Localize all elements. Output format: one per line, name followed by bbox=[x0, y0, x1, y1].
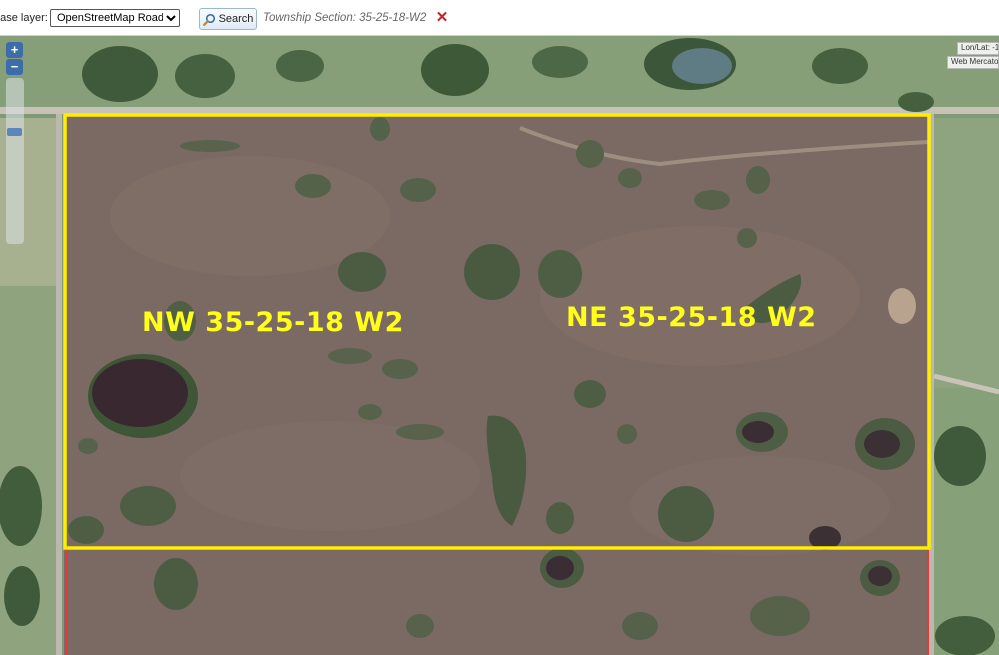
base-layer-label: base layer: bbox=[0, 12, 48, 24]
zoom-slider-handle[interactable] bbox=[7, 128, 22, 136]
magnifier-icon bbox=[202, 13, 215, 26]
zoom-in-button[interactable]: + bbox=[6, 42, 23, 58]
ne-quarter-label: NE 35-25-18 W2 bbox=[566, 302, 817, 333]
map-toolbar: base layer: OpenStreetMap Roads Search T… bbox=[0, 0, 999, 36]
base-layer-select[interactable]: OpenStreetMap Roads bbox=[50, 9, 180, 27]
coordinate-readout: Lon/Lat: -10 bbox=[957, 42, 999, 55]
projection-readout: Web Mercator bbox=[947, 56, 999, 69]
township-section-text: Township Section: 35-25-18-W2 bbox=[263, 12, 427, 24]
zoom-slider-track[interactable] bbox=[6, 78, 24, 244]
map-viewport[interactable]: NW 35-25-18 W2 NE 35-25-18 W2 + − Lon/La… bbox=[0, 36, 999, 655]
search-button[interactable]: Search bbox=[199, 8, 257, 30]
close-icon[interactable]: ✕ bbox=[434, 9, 450, 27]
nw-quarter-label: NW 35-25-18 W2 bbox=[142, 307, 404, 338]
search-button-label: Search bbox=[218, 13, 254, 25]
satellite-imagery bbox=[0, 36, 999, 655]
zoom-out-button[interactable]: − bbox=[6, 59, 23, 75]
